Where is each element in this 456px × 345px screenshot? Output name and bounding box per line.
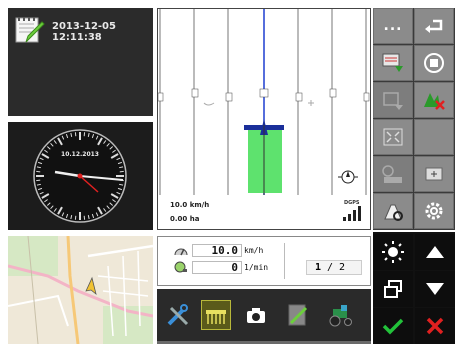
guidance-info-bar: 10.0 km/h 0.00 ha DGPS xyxy=(158,195,370,229)
counters-panel[interactable]: 10.0 km/h 0 1/min 1 / 2 xyxy=(157,236,371,286)
gear-button[interactable] xyxy=(414,193,454,229)
tractor-icon xyxy=(329,305,352,327)
sections-button[interactable] xyxy=(373,156,413,192)
arrow-down-icon xyxy=(426,283,444,295)
back-button[interactable] xyxy=(414,8,454,44)
guidance-view[interactable]: 10.0 km/h 0.00 ha DGPS xyxy=(157,8,371,230)
stop-button[interactable] xyxy=(414,45,454,81)
track-delete-icon xyxy=(424,93,445,110)
fullscreen-button[interactable] xyxy=(373,119,413,155)
map-app-button[interactable] xyxy=(283,300,313,330)
camera-app-button[interactable] xyxy=(241,300,271,330)
rpm-value-box: 0 xyxy=(192,261,242,274)
field-export-icon xyxy=(382,53,403,72)
stop-icon xyxy=(424,53,444,73)
implement-app-button[interactable] xyxy=(201,300,231,330)
speedometer-icon xyxy=(174,248,188,256)
note-pen-icon xyxy=(15,17,45,43)
softkey-panel: ... xyxy=(373,8,455,230)
note-datetime: 2013-12-05 12:11:38 xyxy=(52,21,116,43)
terminal-screen: 2013-12-05 12:11:38 10.12.2013 10.0 km/h… xyxy=(0,0,456,345)
app-bar xyxy=(157,289,371,344)
window-switch-icon xyxy=(384,280,402,298)
page-indicator[interactable]: 1 / 2 xyxy=(306,260,362,275)
arrow-down-button[interactable] xyxy=(415,271,455,307)
zoom-icon xyxy=(425,167,443,181)
track-delete-button[interactable] xyxy=(414,82,454,118)
tractor-app-button[interactable] xyxy=(325,300,355,330)
arrow-up-icon xyxy=(426,246,444,258)
cancel-button[interactable] xyxy=(415,308,455,344)
page-total: 2 xyxy=(339,262,346,273)
brightness-button[interactable] xyxy=(373,234,413,270)
speed-unit: km/h xyxy=(244,246,264,255)
field-export-button[interactable] xyxy=(373,45,413,81)
more-icon: ... xyxy=(383,18,403,34)
arrow-up-button[interactable] xyxy=(415,234,455,270)
window-switch-button[interactable] xyxy=(373,271,413,307)
street-map xyxy=(8,236,153,344)
clock-date: 10.12.2013 xyxy=(61,151,99,158)
guidance-area: 0.00 ha xyxy=(170,215,200,223)
tools-app-button[interactable] xyxy=(163,300,193,330)
brightness-icon xyxy=(382,241,404,263)
rpm-unit: 1/min xyxy=(244,263,269,272)
signal-strength-icon xyxy=(343,206,361,221)
map-panel[interactable] xyxy=(8,236,153,344)
headland-icon xyxy=(383,92,403,110)
headland-button[interactable] xyxy=(373,82,413,118)
speed-value: 10.0 xyxy=(211,244,239,257)
coverage-area xyxy=(248,129,282,193)
more-button[interactable]: ... xyxy=(373,8,413,44)
fullscreen-icon xyxy=(383,128,403,146)
rpm-icon xyxy=(174,261,187,273)
gear-icon xyxy=(425,202,443,220)
sections-icon xyxy=(382,165,402,183)
back-icon xyxy=(425,19,443,33)
rpm-value: 0 xyxy=(231,261,238,274)
clock-panel[interactable]: 10.12.2013 xyxy=(8,122,153,230)
settings-wrench-icon xyxy=(384,204,403,221)
confirm-icon xyxy=(382,318,404,335)
tools-icon xyxy=(167,304,189,326)
control-buttons xyxy=(373,232,455,344)
zoom-button[interactable] xyxy=(414,156,454,192)
notes-panel[interactable]: 2013-12-05 12:11:38 xyxy=(8,8,153,116)
page-current: 1 xyxy=(315,262,322,273)
settings-wrench-button[interactable] xyxy=(373,193,413,229)
analog-clock: 10.12.2013 xyxy=(33,129,127,223)
speed-value-box: 10.0 xyxy=(192,244,242,257)
camera-icon xyxy=(247,308,265,323)
empty-softkey xyxy=(414,119,454,155)
guidance-canvas xyxy=(158,9,370,195)
guidance-speed: 10.0 km/h xyxy=(170,201,210,209)
map-icon xyxy=(288,304,308,326)
implement-icon xyxy=(206,310,226,324)
cancel-icon xyxy=(426,317,444,335)
confirm-button[interactable] xyxy=(373,308,413,344)
